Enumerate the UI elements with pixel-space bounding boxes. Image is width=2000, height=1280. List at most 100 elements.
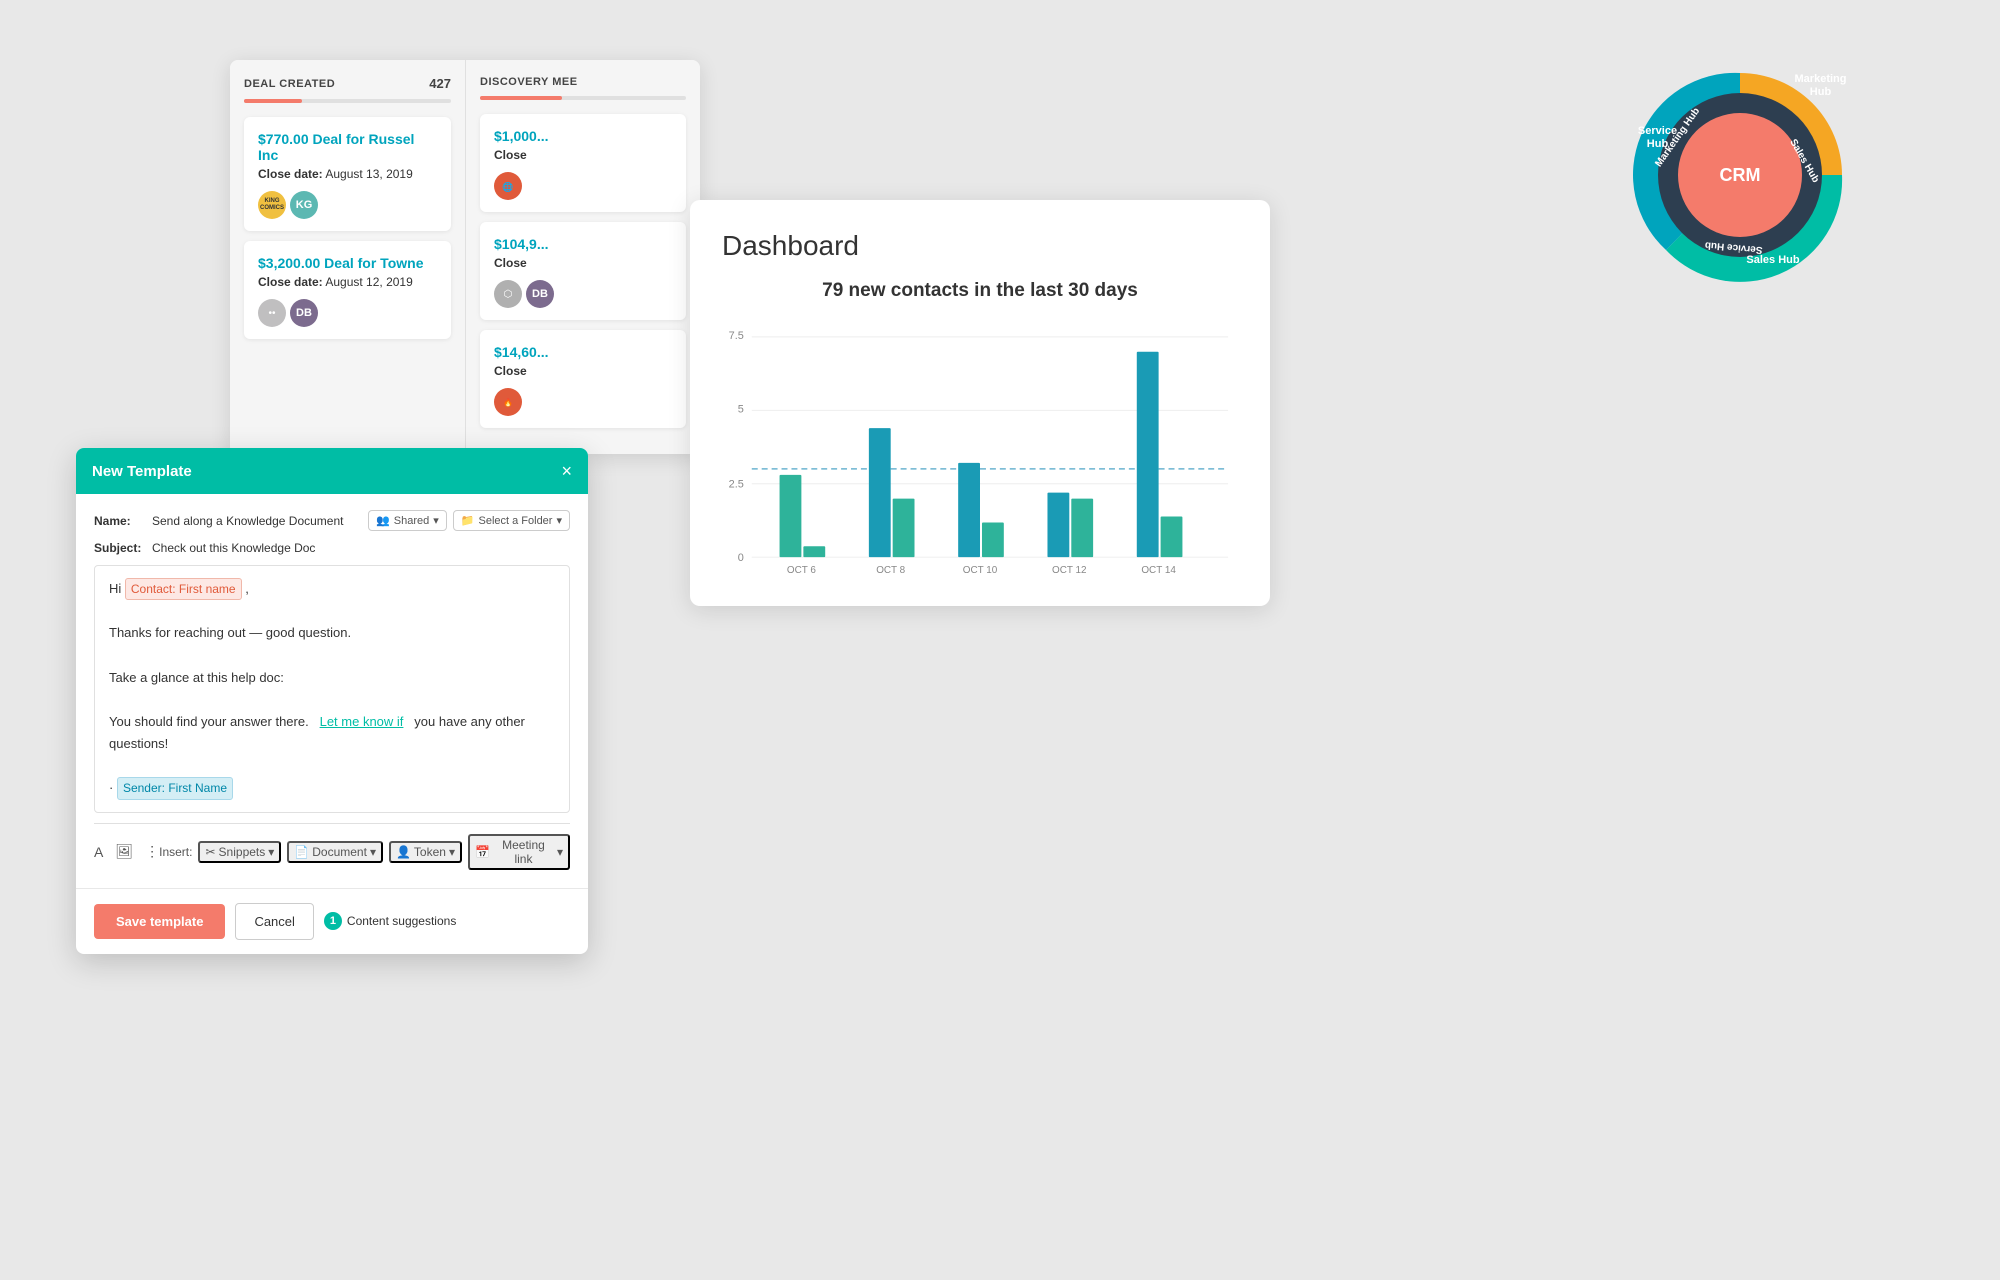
modal-name-row: Name: Send along a Knowledge Document 👥 … [94, 510, 570, 531]
dashboard-subtitle: 79 new contacts in the last 30 days [722, 280, 1238, 302]
deal-column-created: DEAL CREATED 427 $770.00 Deal for Russel… [230, 60, 465, 454]
modal-header: New Template × [76, 448, 588, 494]
svg-text:OCT 14: OCT 14 [1141, 565, 1176, 576]
editor-line4: You should find your answer there. Let m… [109, 711, 555, 755]
dashboard-panel: Dashboard 79 new contacts in the last 30… [690, 200, 1270, 606]
shared-chevron-icon: ▾ [433, 514, 439, 527]
avatar-partial-2b: DB [526, 280, 554, 308]
deal-card-amount-russel: $770.00 Deal for Russel Inc [258, 131, 437, 163]
modal-close-button[interactable]: × [561, 462, 572, 480]
avatar-logo-comics: KINGCOMICS [258, 191, 286, 219]
toolbar-insert-label: Insert: [159, 845, 192, 859]
avatar-db: DB [290, 299, 318, 327]
shared-icon: 👥 [376, 514, 390, 527]
toolbar-left: A 🖼 ⋮ [94, 843, 159, 860]
toolbar-snippets-btn[interactable]: ✂ Snippets ▾ [198, 841, 281, 863]
deal-card-partial-avatar-3: 🔥 [494, 388, 672, 416]
deal-progress-fill-created [244, 99, 302, 103]
svg-text:2.5: 2.5 [729, 479, 744, 491]
toolbar-meeting-btn[interactable]: 📅 Meeting link ▾ [468, 834, 570, 870]
content-suggestions-badge: 1 [324, 912, 342, 930]
modal-name-actions: 👥 Shared ▾ 📁 Select a Folder ▾ [368, 510, 570, 531]
svg-text:7.5: 7.5 [729, 330, 744, 342]
service-hub-label: Service Hub [1630, 125, 1685, 151]
deal-column-count-created: 427 [429, 76, 451, 91]
deal-card-towne[interactable]: $3,200.00 Deal for Towne Close date: Aug… [244, 241, 451, 339]
token-chevron-icon: ▾ [449, 845, 455, 859]
svg-text:5: 5 [738, 403, 744, 415]
editor-line1: Hi Contact: First name , [109, 578, 555, 600]
token-sender-firstname[interactable]: Sender: First Name [117, 777, 233, 799]
marketing-hub-label: MarketingHub [1793, 73, 1848, 99]
editor-bullet: · [109, 780, 117, 795]
modal-shared-badge[interactable]: 👥 Shared ▾ [368, 510, 447, 531]
editor-line2: Thanks for reaching out — good question. [109, 622, 555, 644]
editor-link[interactable]: Let me know if [320, 714, 404, 729]
deal-progress-bar-discovery [480, 96, 686, 100]
deal-card-partial-date-1: Close [494, 148, 672, 162]
deal-card-avatars-towne: •• DB [258, 299, 437, 327]
modal-footer: Save template Cancel 1 Content suggestio… [76, 888, 588, 954]
chart-container: 7.5 5 2.5 0 [722, 322, 1238, 582]
deal-card-partial-1[interactable]: $1,000... Close 🌐 [480, 114, 686, 212]
template-editor[interactable]: Hi Contact: First name , Thanks for reac… [94, 565, 570, 813]
modal-subject-label: Subject: [94, 541, 144, 555]
deal-card-partial-3[interactable]: $14,60... Close 🔥 [480, 330, 686, 428]
deal-column-title-created: DEAL CREATED [244, 78, 335, 90]
editor-hi: Hi [109, 581, 125, 596]
hubspot-wheel: CRM Marketing Hub Sales Hub Service Hub … [1620, 55, 1860, 295]
token-contact-firstname[interactable]: Contact: First name [125, 578, 242, 600]
svg-text:OCT 8: OCT 8 [876, 565, 905, 576]
deal-pipeline-panel: DEAL CREATED 427 $770.00 Deal for Russel… [230, 60, 700, 454]
deal-card-avatars-russel: KINGCOMICS KG [258, 191, 437, 219]
wheel-crm-label: CRM [1720, 165, 1761, 185]
deal-card-amount-towne: $3,200.00 Deal for Towne [258, 255, 437, 271]
deal-progress-fill-discovery [480, 96, 562, 100]
deal-card-russel[interactable]: $770.00 Deal for Russel Inc Close date: … [244, 117, 451, 231]
svg-text:0: 0 [738, 552, 744, 564]
deal-card-date-russel: Close date: August 13, 2019 [258, 167, 437, 181]
svg-text:OCT 12: OCT 12 [1052, 565, 1087, 576]
token-icon: 👤 [396, 845, 411, 859]
avatar-partial-3: 🔥 [494, 388, 522, 416]
deal-card-partial-2[interactable]: $104,9... Close ⬡ DB [480, 222, 686, 320]
svg-text:OCT 10: OCT 10 [963, 565, 998, 576]
editor-line3: Take a glance at this help doc: [109, 667, 555, 689]
modal-name-value: Send along a Knowledge Document [152, 514, 360, 528]
toolbar-token-btn[interactable]: 👤 Token ▾ [389, 841, 462, 863]
sales-hub-label: Sales Hub [1746, 254, 1801, 267]
toolbar-image-icon[interactable]: 🖼 [115, 843, 133, 860]
document-icon: 📄 [294, 845, 309, 859]
dashboard-chart: 7.5 5 2.5 0 [722, 322, 1238, 582]
deal-card-partial-date-3: Close [494, 364, 672, 378]
toolbar-right: Insert: ✂ Snippets ▾ 📄 Document ▾ 👤 Toke… [159, 834, 570, 870]
save-template-button[interactable]: Save template [94, 904, 225, 939]
folder-icon: 📁 [461, 514, 475, 527]
editor-line5: · Sender: First Name [109, 777, 555, 799]
cancel-button[interactable]: Cancel [235, 903, 313, 940]
modal-title: New Template [92, 463, 192, 480]
toolbar-font-icon[interactable]: A [94, 844, 103, 860]
content-suggestions-label: Content suggestions [347, 914, 456, 928]
meeting-chevron-icon: ▾ [557, 845, 563, 859]
avatar-kg: KG [290, 191, 318, 219]
shared-label: Shared [394, 515, 429, 527]
avatar-partial-2: ⬡ [494, 280, 522, 308]
avatar-partial-1: 🌐 [494, 172, 522, 200]
toolbar-more-icon[interactable]: ⋮ [145, 843, 159, 860]
deal-card-partial-avatar-2: ⬡ DB [494, 280, 672, 308]
deal-card-partial-date-2: Close [494, 256, 672, 270]
editor-comma: , [245, 581, 249, 596]
modal-subject-row: Subject: Check out this Knowledge Doc [94, 541, 570, 555]
deal-card-partial-amount-1: $1,000... [494, 128, 672, 144]
modal-toolbar: A 🖼 ⋮ Insert: ✂ Snippets ▾ 📄 Document ▾ … [94, 823, 570, 872]
meeting-icon: 📅 [475, 845, 490, 859]
toolbar-document-btn[interactable]: 📄 Document ▾ [287, 841, 383, 863]
snippets-icon: ✂ [205, 845, 215, 859]
svg-text:🌐: 🌐 [502, 181, 513, 192]
modal-folder-badge[interactable]: 📁 Select a Folder ▾ [453, 510, 570, 531]
new-template-modal: New Template × Name: Send along a Knowle… [76, 448, 588, 954]
content-suggestions: 1 Content suggestions [324, 912, 456, 930]
folder-label: Select a Folder [478, 515, 552, 527]
svg-text:OCT 6: OCT 6 [787, 565, 816, 576]
